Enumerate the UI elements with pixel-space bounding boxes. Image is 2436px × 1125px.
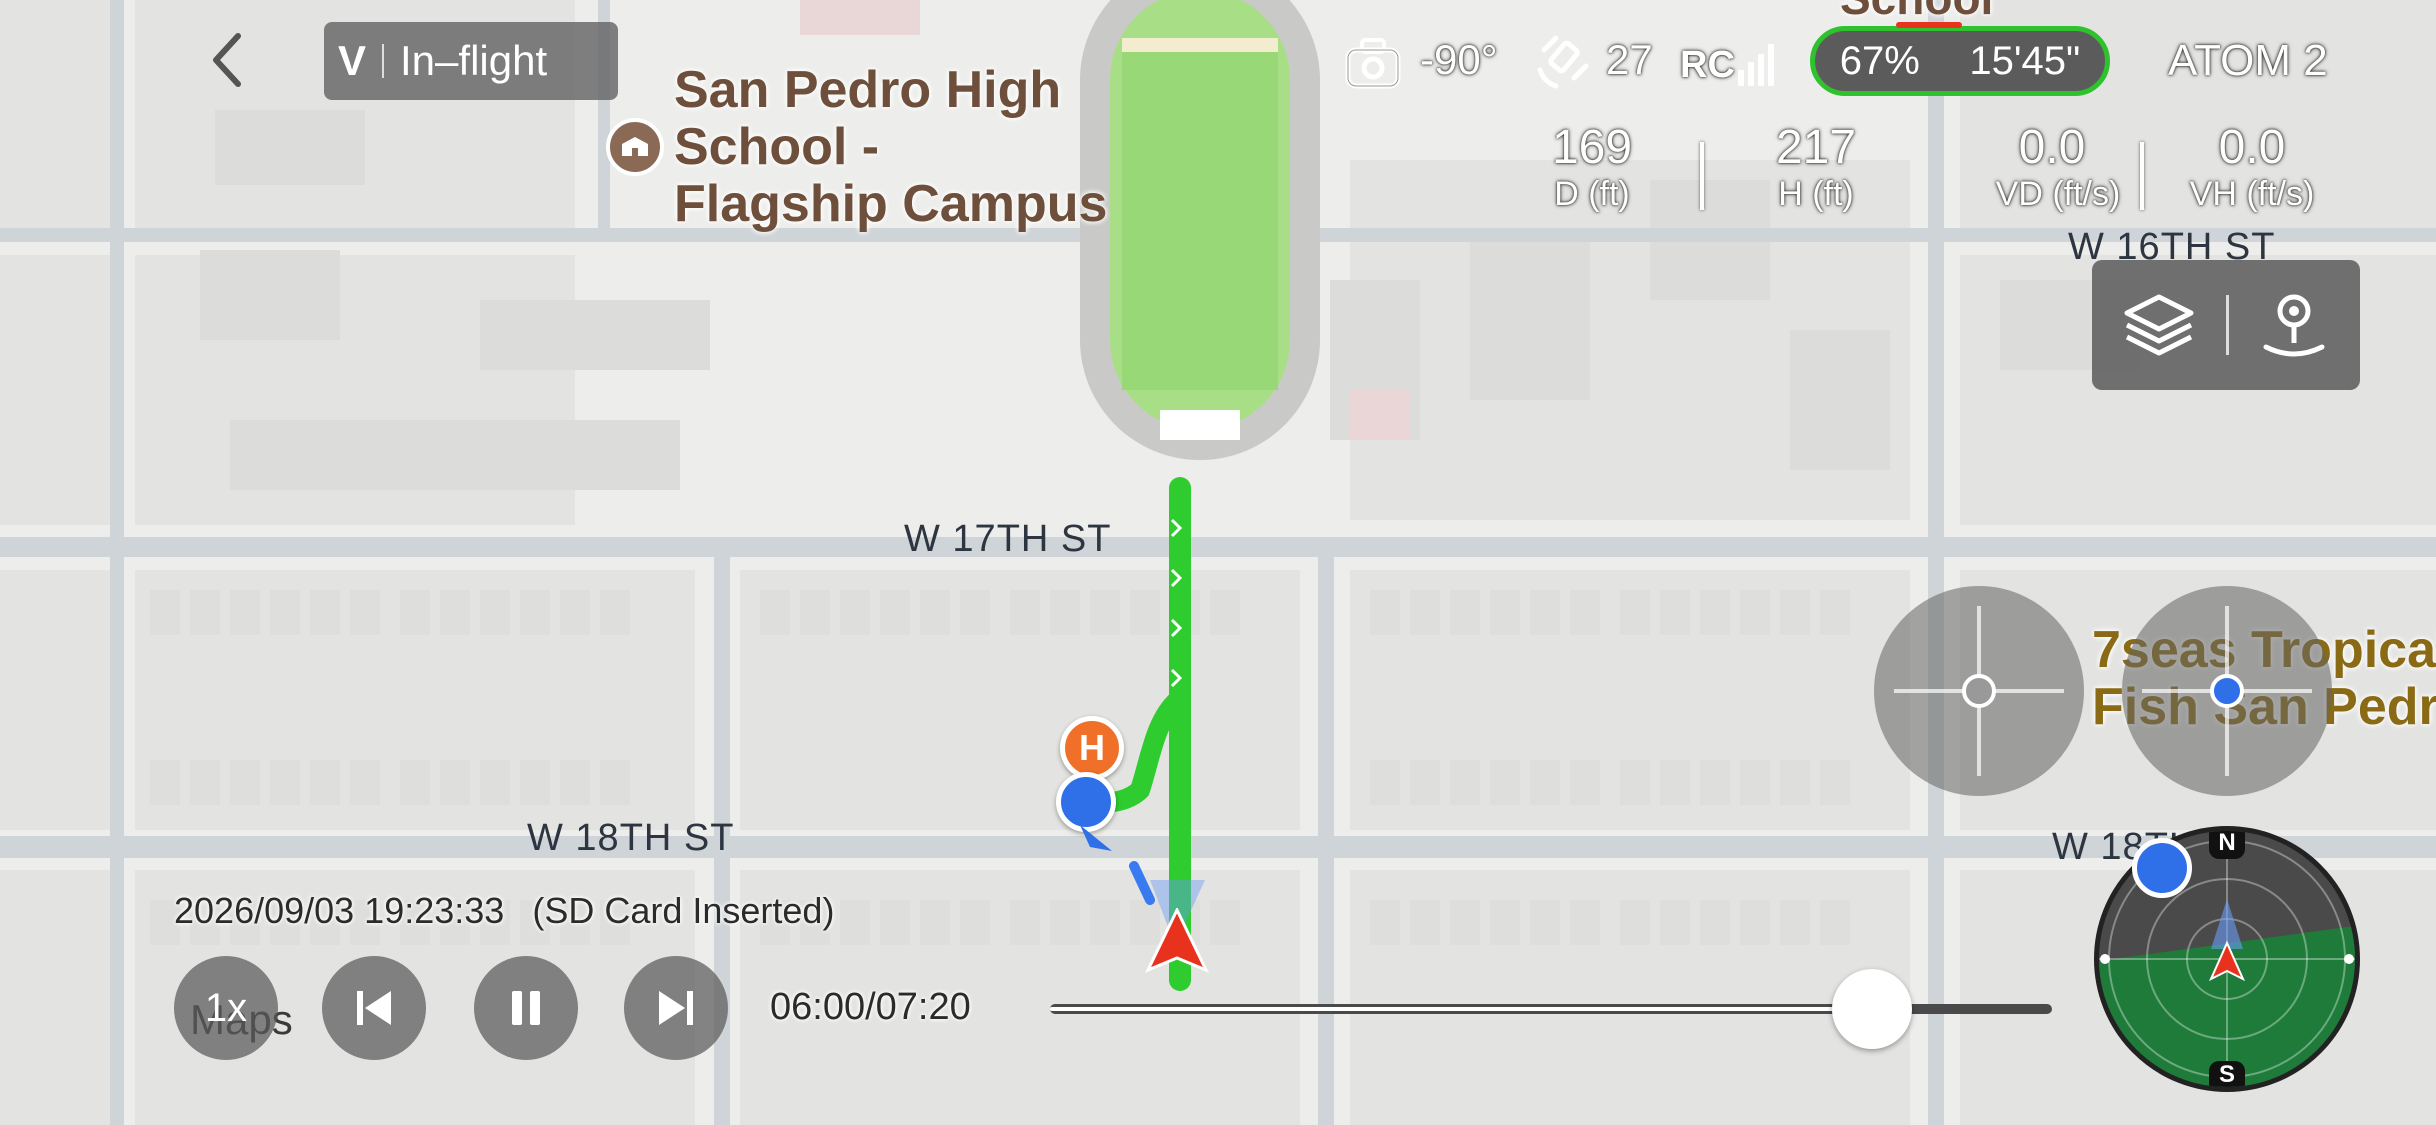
- compass-north: N: [2209, 831, 2245, 859]
- home-point-marker[interactable]: H: [1060, 716, 1124, 780]
- seek-bar[interactable]: [1050, 969, 2052, 1049]
- skip-previous-icon: [357, 991, 391, 1025]
- height-value: 217: [1775, 121, 1857, 174]
- telemetry-divider: [1700, 142, 1704, 210]
- recording-timestamp: 2026/09/03 19:23:33 (SD Card Inserted): [174, 890, 834, 932]
- skip-next-icon: [659, 991, 693, 1025]
- satellite-icon: [1537, 35, 1589, 89]
- telemetry-height: 217 H (ft): [1726, 120, 1916, 214]
- next-button[interactable]: [624, 956, 728, 1060]
- playback-speed-button[interactable]: 1x: [174, 956, 278, 1060]
- rc-signal-icon: [1738, 44, 1774, 86]
- satellite-count: 27: [1606, 36, 1653, 83]
- back-button[interactable]: [196, 30, 256, 90]
- aircraft-name: ATOM 2: [2168, 36, 2328, 85]
- street-label-w17: W 17TH ST: [904, 518, 1112, 560]
- poi-school-line-1: San Pedro High: [674, 61, 1062, 119]
- seek-bar-played: [1050, 1007, 1872, 1011]
- home-marker-letter: H: [1079, 727, 1105, 768]
- gimbal-angle: -90°: [1420, 36, 1498, 83]
- flight-mode-badge[interactable]: V In–flight: [324, 22, 618, 100]
- pause-button[interactable]: [474, 956, 578, 1060]
- chevron-left-icon: [213, 33, 241, 87]
- aircraft-position-icon: [1144, 908, 1210, 973]
- mode-letter: V: [338, 37, 367, 84]
- left-joystick-knob[interactable]: [1962, 674, 1996, 708]
- rc-label: RC: [1680, 44, 1735, 86]
- layers-icon: [2124, 294, 2194, 356]
- right-joystick-knob[interactable]: [2210, 674, 2244, 708]
- flight-time-remaining: 15'45": [1969, 38, 2081, 83]
- battery-marker: [1896, 22, 1962, 28]
- height-label: H (ft): [1778, 175, 1854, 213]
- mode-status: In–flight: [400, 37, 548, 84]
- playback-speed: 1x: [204, 985, 248, 1030]
- horizontal-speed-label: VH (ft/s): [2189, 175, 2315, 213]
- map-pin-icon: [2263, 294, 2325, 357]
- battery-warn-arc: [1815, 31, 1880, 91]
- left-joystick[interactable]: [1874, 586, 2084, 796]
- locate-button[interactable]: [2229, 260, 2359, 390]
- horizontal-speed-value: 0.0: [2218, 121, 2286, 174]
- distance-label: D (ft): [1554, 175, 1630, 213]
- sd-card-status: (SD Card Inserted): [532, 890, 835, 931]
- timestamp-text: 2026/09/03 19:23:33: [174, 890, 505, 931]
- distance-value: 169: [1551, 121, 1633, 174]
- telemetry-distance: 169 D (ft): [1502, 120, 1692, 214]
- map-tools-panel: [2092, 260, 2360, 390]
- poi-school-line-2: School -: [674, 118, 880, 176]
- telemetry-horizontal-speed: 0.0 VH (ft/s): [2162, 120, 2362, 214]
- map-layers-button[interactable]: [2092, 260, 2226, 390]
- right-joystick[interactable]: [2122, 586, 2332, 796]
- user-heading-icon: [1080, 825, 1112, 851]
- pause-icon: [512, 991, 540, 1025]
- mode-divider: [382, 44, 385, 78]
- poi-school-label: San Pedro High School - Flagship Campus: [674, 62, 1107, 233]
- battery-indicator[interactable]: 67% 15'45": [1810, 26, 2110, 96]
- gimbal-camera-icon: [1345, 38, 1401, 89]
- vertical-speed-value: 0.0: [2018, 121, 2086, 174]
- previous-button[interactable]: [322, 956, 426, 1060]
- playback-time: 06:00/07:20: [770, 986, 971, 1028]
- school-poi-icon[interactable]: [606, 118, 664, 176]
- street-label-w18: W 18TH ST: [527, 817, 735, 859]
- seek-bar-thumb[interactable]: [1831, 969, 1912, 1049]
- compass-user-marker: [2132, 838, 2192, 898]
- poi-school-line-3: Flagship Campus: [674, 175, 1108, 233]
- compass-south: S: [2209, 1061, 2245, 1087]
